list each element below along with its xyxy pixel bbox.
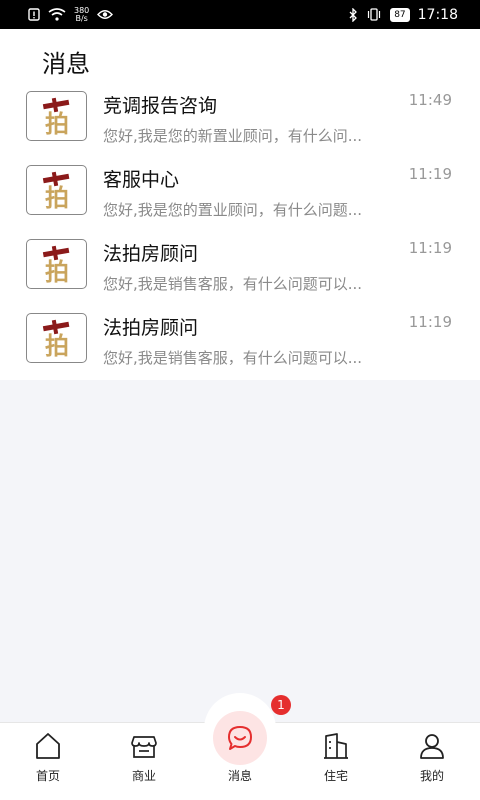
nav-item-mine[interactable]: 我的 [384, 723, 480, 800]
avatar-glyph: 拍 [45, 257, 69, 284]
vibrate-icon [366, 8, 382, 21]
message-time: 11:49 [408, 91, 452, 109]
avatar-glyph: 拍 [45, 183, 69, 210]
page-title: 消息 [42, 50, 90, 78]
nav-label: 商业 [131, 769, 156, 783]
page-header: 消息 [0, 29, 480, 84]
avatar: 拍 [26, 313, 87, 363]
message-sender: 法拍房顾问 [103, 243, 199, 265]
eye-icon [97, 9, 114, 20]
avatar: 拍 [26, 165, 87, 215]
nav-label: 首页 [35, 769, 60, 783]
chat-icon [228, 726, 252, 750]
nav-item-home[interactable]: 首页 [0, 723, 96, 800]
nav-item-residential[interactable]: 住宅 [288, 723, 384, 800]
list-item[interactable]: 拍 法拍房顾问 11:19 您好,我是销售客服，有什么问题可以... [0, 232, 480, 306]
wifi-icon [48, 8, 66, 21]
battery-indicator: 87 [390, 7, 410, 22]
message-preview: 您好,我是您的新置业顾问，有什么问... [103, 127, 363, 145]
nav-center-circle: 1 [213, 695, 291, 765]
unread-badge: 1 [271, 695, 291, 715]
auction-logo-icon: 拍 [42, 245, 69, 284]
list-item[interactable]: 拍 客服中心 11:19 您好,我是您的置业顾问，有什么问题... [0, 158, 480, 232]
nav-label: 消息 [227, 769, 252, 783]
store-icon [131, 736, 157, 758]
home-icon [36, 733, 60, 759]
status-time: 17:18 [417, 6, 458, 23]
list-item[interactable]: 拍 竞调报告咨询 11:49 您好,我是您的新置业顾问，有什么问... [0, 84, 480, 158]
message-preview: 您好,我是您的置业顾问，有什么问题... [103, 201, 363, 219]
auction-logo-icon: 拍 [42, 97, 69, 136]
user-icon [420, 734, 444, 759]
network-speed: 380 B/s [74, 6, 89, 23]
bluetooth-icon [349, 7, 358, 22]
message-sender: 客服中心 [103, 169, 180, 191]
list-item[interactable]: 拍 法拍房顾问 11:19 您好,我是销售客服，有什么问题可以... [0, 306, 480, 380]
message-preview: 您好,我是销售客服，有什么问题可以... [103, 349, 363, 367]
avatar: 拍 [26, 91, 87, 141]
nav-item-business[interactable]: 商业 [96, 723, 192, 800]
avatar-glyph: 拍 [45, 331, 69, 358]
avatar-glyph: 拍 [45, 109, 69, 136]
bottom-nav: 首页 商业 1 消息 住宅 我的 [0, 693, 480, 800]
avatar: 拍 [26, 239, 87, 289]
status-bar: 380 B/s 87 17:18 [0, 0, 480, 29]
message-time: 11:19 [408, 313, 452, 331]
speed-unit: B/s [75, 13, 88, 23]
nav-label: 住宅 [323, 769, 348, 783]
message-list: 拍 竞调报告咨询 11:49 您好,我是您的新置业顾问，有什么问... 拍 客服… [0, 84, 480, 380]
message-sender: 法拍房顾问 [103, 317, 199, 339]
sim-alert-icon [28, 8, 40, 21]
nav-item-messages[interactable]: 1 消息 [192, 693, 291, 800]
message-time: 11:19 [408, 165, 452, 183]
nav-label: 我的 [419, 769, 444, 783]
message-time: 11:19 [408, 239, 452, 257]
building-icon [324, 733, 348, 759]
auction-logo-icon: 拍 [42, 319, 69, 358]
message-sender: 竞调报告咨询 [103, 95, 218, 117]
message-preview: 您好,我是销售客服，有什么问题可以... [103, 275, 363, 293]
auction-logo-icon: 拍 [42, 171, 69, 210]
